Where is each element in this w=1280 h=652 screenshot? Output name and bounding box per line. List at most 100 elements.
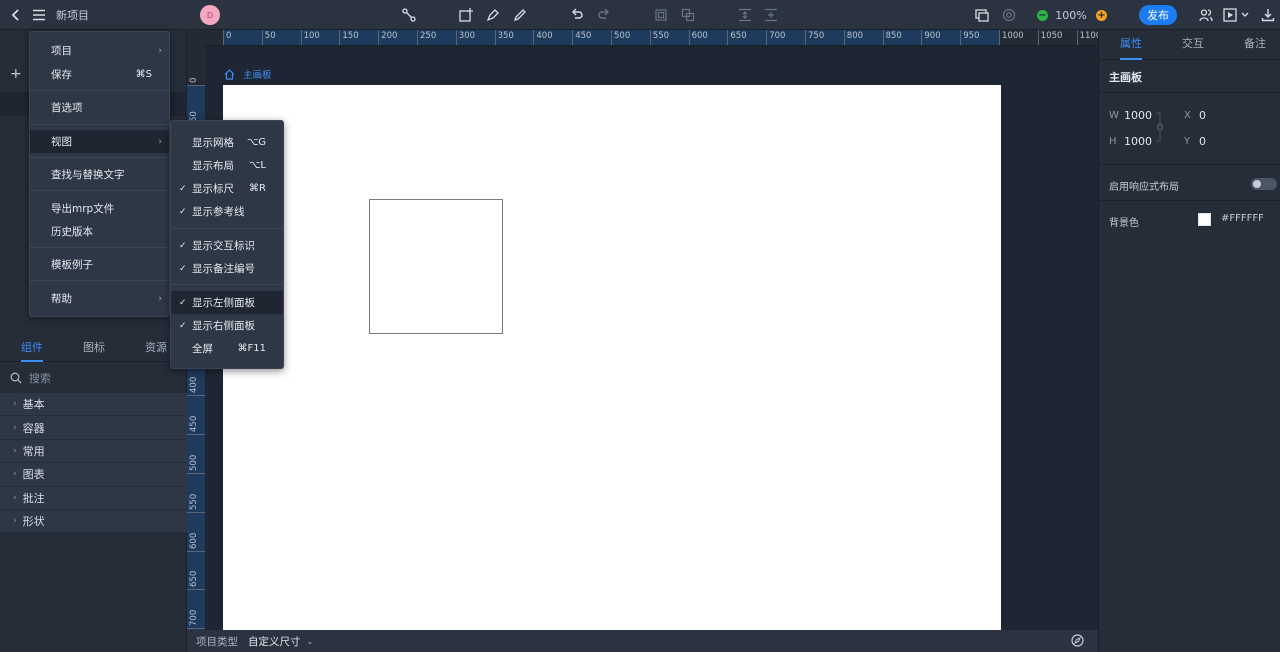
menu-item-label: 导出mrp文件 [51, 203, 115, 215]
zoom-level[interactable]: 100% [1055, 0, 1087, 30]
submenu-item-show-layout[interactable]: 显示布局 ⌥L [171, 154, 283, 177]
search-input[interactable] [29, 371, 179, 385]
submenu-item-show-grid[interactable]: 显示网格 ⌥G [171, 131, 283, 154]
project-title[interactable]: 新项目 [56, 0, 89, 30]
ungroup-icon[interactable] [678, 0, 698, 30]
submenu-item-show-left-panel[interactable]: ✓ 显示左侧面板 [171, 291, 283, 314]
left-panel-tabs: 组件 图标 资源 [0, 336, 187, 362]
zoom-in-icon[interactable]: + [1096, 10, 1107, 21]
menu-item-label: 全屏 [192, 343, 213, 355]
tab-notes[interactable]: 备注 [1244, 30, 1266, 60]
background-color-value[interactable]: #FFFFFF [1221, 213, 1264, 224]
check-icon: ✓ [179, 320, 187, 331]
project-type-select[interactable]: 自定义尺寸 [248, 634, 301, 649]
y-input[interactable]: 0 [1199, 135, 1206, 148]
add-artboard-icon[interactable] [456, 0, 476, 30]
height-input[interactable]: 1000 [1124, 135, 1152, 148]
distribute-horizontal-icon[interactable] [761, 0, 781, 30]
pen-tool-icon[interactable] [483, 0, 503, 30]
width-input[interactable]: 1000 [1124, 109, 1152, 122]
category-common[interactable]: › 常用 [0, 439, 187, 464]
top-toolbar: 新项目 D − 100% + 发布 [0, 0, 1280, 30]
tab-assets[interactable]: 资源 [145, 336, 167, 362]
category-basic[interactable]: › 基本 [0, 393, 187, 417]
menu-item-preferences[interactable]: 首选项 [30, 96, 169, 119]
submenu-item-fullscreen[interactable]: 全屏 ⌘F11 [171, 337, 283, 360]
menu-item-templates[interactable]: 模板例子 [30, 253, 169, 276]
x-input[interactable]: 0 [1199, 109, 1206, 122]
tab-components[interactable]: 组件 [21, 336, 43, 362]
breadcrumb[interactable]: 主画板 [224, 67, 272, 81]
y-label: Y [1184, 136, 1191, 147]
ruler-tick [300, 30, 302, 45]
hamburger-menu-icon[interactable] [29, 0, 49, 30]
menu-item-view[interactable]: 视图 › [30, 130, 169, 153]
background-color-swatch[interactable] [1198, 213, 1211, 226]
submenu-item-show-rulers[interactable]: ✓ 显示标尺 ⌘R [171, 177, 283, 200]
pencil-icon[interactable] [510, 0, 530, 30]
back-icon[interactable] [6, 0, 26, 30]
publish-button[interactable]: 发布 [1139, 5, 1177, 25]
horizontal-ruler[interactable]: 0 50 100 150 200 250 300 350 400 450 500 550 600 650 7… [205, 30, 1098, 46]
submenu-item-show-right-panel[interactable]: ✓ 显示右侧面板 [171, 314, 283, 337]
submenu-item-show-guides[interactable]: ✓ 显示参考线 [171, 200, 283, 223]
check-icon: ✓ [179, 183, 187, 194]
right-panel-tabs: 属性 交互 备注 [1099, 30, 1280, 60]
breadcrumb-artboard[interactable]: 主画板 [243, 67, 272, 81]
menu-item-export-mrp[interactable]: 导出mrp文件 [30, 197, 169, 220]
menu-item-find-replace[interactable]: 查找与替换文字 [30, 163, 169, 186]
zoom-out-icon[interactable]: − [1037, 10, 1048, 21]
background-color-label: 背景色 [1109, 218, 1139, 229]
menu-shortcut: ⌘S [135, 69, 152, 80]
ruler-tick-label: 750 [808, 31, 825, 41]
group-icon[interactable] [651, 0, 671, 30]
divider [1099, 200, 1280, 201]
menu-item-help[interactable]: 帮助 › [30, 287, 169, 310]
add-page-icon[interactable]: + [10, 66, 22, 82]
chevron-down-icon[interactable]: ⌄ [307, 637, 314, 646]
menu-item-save[interactable]: 保存 ⌘S [30, 63, 169, 86]
menu-item-label: 保存 [51, 69, 72, 81]
user-avatar[interactable]: D [200, 5, 220, 25]
collaborators-icon[interactable] [1196, 0, 1216, 30]
category-chart[interactable]: › 图表 [0, 463, 187, 487]
tab-interactions[interactable]: 交互 [1182, 30, 1204, 60]
responsive-layout-toggle[interactable] [1251, 178, 1277, 190]
ruler-tick-label: 700 [189, 609, 199, 627]
redo-icon[interactable] [594, 0, 614, 30]
submenu-item-show-note-numbers[interactable]: ✓ 显示备注编号 [171, 257, 283, 280]
view-submenu: 显示网格 ⌥G 显示布局 ⌥L ✓ 显示标尺 ⌘R ✓ 显示参考线 ✓ 显示交互标识 ✓ 显示… [170, 120, 284, 369]
menu-item-label: 首选项 [51, 102, 83, 114]
preview-dropdown-chevron-icon[interactable] [1235, 0, 1255, 30]
device-preview-icon[interactable] [972, 0, 992, 30]
category-shape[interactable]: › 形状 [0, 509, 187, 534]
category-container[interactable]: › 容器 [0, 416, 187, 440]
rectangle-shape[interactable] [369, 199, 503, 334]
menu-item-label: 显示右侧面板 [192, 320, 255, 332]
artboard[interactable] [223, 85, 1001, 630]
menu-item-project[interactable]: 项目 › [30, 39, 169, 62]
download-icon[interactable] [1258, 0, 1278, 30]
category-label: 基本 [22, 398, 45, 412]
undo-icon[interactable] [567, 0, 587, 30]
menu-item-label: 显示标尺 [192, 183, 234, 195]
connector-icon[interactable] [399, 0, 419, 30]
submenu-item-show-interaction-markers[interactable]: ✓ 显示交互标识 [171, 234, 283, 257]
tab-icons[interactable]: 图标 [83, 336, 105, 362]
ruler-tick [572, 30, 574, 45]
category-label: 常用 [22, 444, 45, 458]
chevron-right-icon: › [158, 293, 162, 304]
menu-item-label: 显示布局 [192, 160, 234, 172]
menu-separator [30, 280, 169, 281]
distribute-vertical-icon[interactable] [735, 0, 755, 30]
ruler-tick-label: 400 [536, 31, 553, 41]
menu-item-history[interactable]: 历史版本 [30, 220, 169, 243]
menu-separator [30, 90, 169, 91]
compass-icon[interactable] [1071, 634, 1084, 647]
ruler-tick-label: 700 [769, 31, 786, 41]
category-annotation[interactable]: › 批注 [0, 486, 187, 510]
settings-icon[interactable] [999, 0, 1019, 30]
link-dimensions-icon[interactable] [1155, 112, 1165, 142]
check-icon: ✓ [179, 263, 187, 274]
tab-properties[interactable]: 属性 [1120, 30, 1142, 60]
